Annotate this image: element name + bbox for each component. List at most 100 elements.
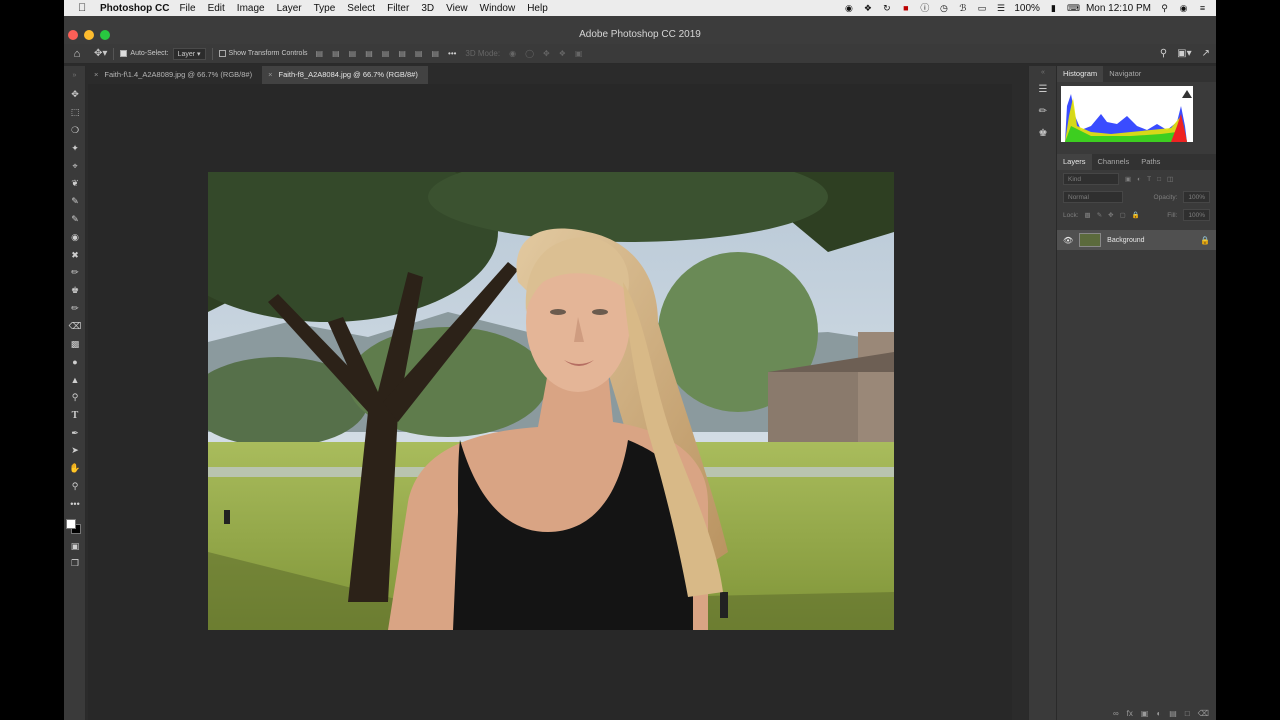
tab-document-2[interactable]: × Faith-f8_A2A8084.jpg @ 66.7% (RGB/8#) xyxy=(262,66,428,84)
lock-position-icon[interactable]: ✥ xyxy=(1108,211,1113,219)
filter-adjustment-icon[interactable]: ◐ xyxy=(1137,176,1141,183)
type-tool-icon[interactable]: T xyxy=(64,406,86,424)
lock-transparent-icon[interactable]: ▩ xyxy=(1085,211,1091,219)
burn-tool-icon[interactable]: ⚲ xyxy=(64,389,86,407)
align-center-icon[interactable]: ▤ xyxy=(332,49,340,58)
gradient-tool-icon[interactable]: ▩ xyxy=(64,335,86,353)
edit-toolbar-icon[interactable]: ••• xyxy=(64,495,86,513)
close-window-button[interactable] xyxy=(68,30,78,40)
pen-tool-icon[interactable]: ✒ xyxy=(64,424,86,442)
more-options-icon[interactable]: ••• xyxy=(448,49,456,58)
clone-source-icon[interactable]: ♚ xyxy=(1029,122,1057,144)
delete-layer-icon[interactable]: ⌫ xyxy=(1198,709,1209,718)
search-icon[interactable]: ⚲ xyxy=(1160,48,1167,59)
share-icon[interactable]: ↗ xyxy=(1202,48,1210,59)
dodge-tool-icon[interactable]: ▲ xyxy=(64,371,86,389)
close-tab-icon[interactable]: × xyxy=(268,70,272,79)
add-mask-icon[interactable]: ▣ xyxy=(1141,709,1149,718)
align-vertical-center-icon[interactable]: ▤ xyxy=(398,49,406,58)
app-menu[interactable]: Photoshop CC xyxy=(100,3,169,14)
3d-orbit-icon[interactable]: ◉ xyxy=(509,49,516,58)
menu-type[interactable]: Type xyxy=(314,3,336,14)
toolbar-grip[interactable]: » xyxy=(64,66,85,86)
layer-name[interactable]: Background xyxy=(1107,237,1144,244)
airplay-icon[interactable]: ▭ xyxy=(976,3,987,14)
screen-mode-icon[interactable]: ❐ xyxy=(64,555,86,573)
auto-select-checkbox[interactable] xyxy=(120,50,128,57)
filter-pixel-icon[interactable]: ▣ xyxy=(1125,175,1131,183)
apple-icon[interactable]:  xyxy=(78,2,92,14)
3d-pan-icon[interactable]: ✥ xyxy=(543,49,550,58)
visibility-eye-icon[interactable]: 👁 xyxy=(1063,236,1073,245)
color-swatches[interactable] xyxy=(64,513,85,537)
menu-layer[interactable]: Layer xyxy=(277,3,302,14)
battery-percent[interactable]: 100% xyxy=(1014,3,1040,14)
new-adjustment-icon[interactable]: ◐ xyxy=(1156,709,1161,718)
info-icon[interactable]: ⓘ xyxy=(919,3,930,14)
menu-image[interactable]: Image xyxy=(237,3,265,14)
distribute-icon[interactable]: ▤ xyxy=(431,49,439,58)
marquee-tool-icon[interactable]: ⬚ xyxy=(64,104,86,122)
keyboard-icon[interactable]: ⌨ xyxy=(1067,3,1080,14)
3d-scale-icon[interactable]: ▣ xyxy=(575,49,583,58)
link-layers-icon[interactable]: ∞ xyxy=(1113,709,1119,718)
blur-tool-icon[interactable]: ● xyxy=(64,353,86,371)
portrait-photo[interactable] xyxy=(208,172,894,630)
spot-healing-tool-icon[interactable]: ✎ xyxy=(64,193,86,211)
kind-filter-dropdown[interactable]: Kind xyxy=(1063,173,1119,185)
dropbox-icon[interactable]: ❖ xyxy=(862,3,873,14)
show-transform-checkbox[interactable] xyxy=(218,50,226,57)
siri-icon[interactable]: ◉ xyxy=(1178,3,1189,14)
menu-filter[interactable]: Filter xyxy=(387,3,409,14)
lasso-tool-icon[interactable]: ❍ xyxy=(64,122,86,140)
path-select-tool-icon[interactable]: ➤ xyxy=(64,442,86,460)
new-layer-icon[interactable]: □ xyxy=(1185,709,1190,718)
record-icon[interactable]: ■ xyxy=(900,3,911,14)
align-top-icon[interactable]: ▤ xyxy=(365,49,373,58)
history-brush-tool-icon[interactable]: ✏ xyxy=(64,300,86,318)
quick-mask-icon[interactable]: ▣ xyxy=(64,537,86,555)
quick-select-tool-icon[interactable]: ✦ xyxy=(64,139,86,157)
home-icon[interactable]: ⌂ xyxy=(64,48,90,60)
lock-all-icon[interactable]: 🔒 xyxy=(1132,211,1140,219)
auto-select-dropdown[interactable]: Layer ▾ xyxy=(172,47,206,60)
eraser-tool-icon[interactable]: ⌫ xyxy=(64,317,86,335)
adjustments-icon[interactable]: ☰ xyxy=(1029,78,1057,100)
menu-file[interactable]: File xyxy=(179,3,195,14)
hand-tool-icon[interactable]: ✋ xyxy=(64,460,86,478)
align-right-icon[interactable]: ▤ xyxy=(349,49,357,58)
crop-tool-icon[interactable]: ⌖ xyxy=(64,157,86,175)
brush-settings-icon[interactable]: ✏ xyxy=(1029,100,1057,122)
tab-document-1[interactable]: × Faith-f\1.4_A2A8089.jpg @ 66.7% (RGB/8#… xyxy=(88,66,262,84)
tab-channels[interactable]: Channels xyxy=(1092,154,1136,170)
time-machine-icon[interactable]: ◷ xyxy=(938,3,949,14)
tab-navigator[interactable]: Navigator xyxy=(1103,66,1147,82)
move-tool-icon[interactable]: ✥ xyxy=(64,86,86,104)
spotlight-icon[interactable]: ⚲ xyxy=(1159,3,1170,14)
menu-edit[interactable]: Edit xyxy=(208,3,225,14)
menu-3d[interactable]: 3D xyxy=(421,3,434,14)
new-group-icon[interactable]: ▤ xyxy=(1169,709,1177,718)
menu-window[interactable]: Window xyxy=(480,3,516,14)
workspace-icon[interactable]: ▣▾ xyxy=(1177,48,1191,59)
collapse-icons-grip[interactable]: « xyxy=(1029,66,1057,78)
canvas-area[interactable] xyxy=(88,84,1012,720)
patch-tool-icon[interactable]: ◉ xyxy=(64,228,86,246)
tab-layers[interactable]: Layers xyxy=(1057,154,1092,170)
tab-paths[interactable]: Paths xyxy=(1135,154,1166,170)
brush-tool-icon[interactable]: ✏ xyxy=(64,264,86,282)
align-top-edges-icon[interactable]: ▤ xyxy=(382,49,390,58)
filter-type-icon[interactable]: T xyxy=(1147,176,1151,183)
3d-roll-icon[interactable]: ◯ xyxy=(525,49,534,58)
lock-image-icon[interactable]: ✎ xyxy=(1097,211,1102,219)
layer-style-icon[interactable]: fx xyxy=(1127,709,1133,718)
healing-brush-tool-icon[interactable]: ✎ xyxy=(64,211,86,229)
layer-lock-icon[interactable]: 🔒 xyxy=(1200,236,1210,245)
move-tool-preset-icon[interactable]: ✥▾ xyxy=(94,48,107,59)
zoom-window-button[interactable] xyxy=(100,30,110,40)
opacity-field[interactable]: 100% xyxy=(1183,191,1210,203)
foreground-color-swatch[interactable] xyxy=(66,519,76,530)
battery-icon[interactable]: ▮ xyxy=(1048,3,1059,14)
zoom-tool-icon[interactable]: ⚲ xyxy=(64,478,86,496)
layer-row-background[interactable]: 👁 Background 🔒 xyxy=(1057,230,1216,250)
